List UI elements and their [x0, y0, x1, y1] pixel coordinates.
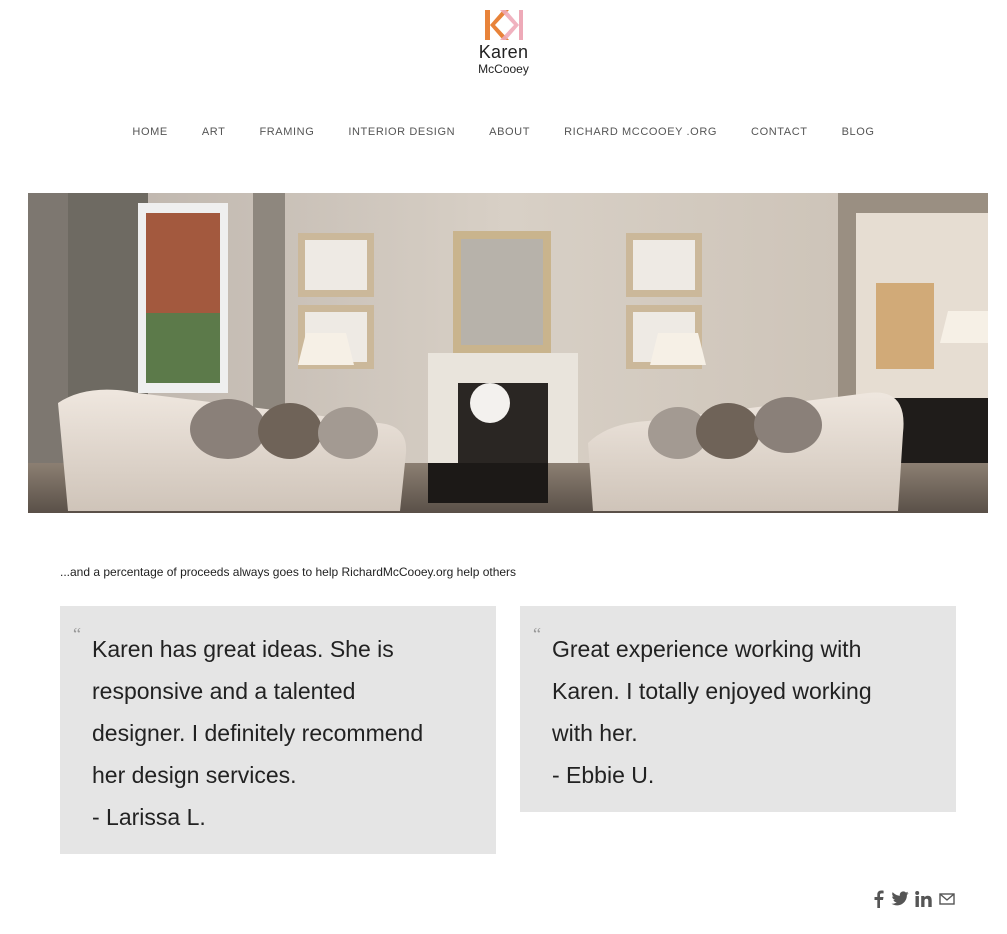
quote-mark-icon: “: [73, 624, 81, 644]
logo-name: Karen: [478, 42, 529, 62]
testimonial-text: Great experience working with Karen. I t…: [552, 636, 872, 788]
quote-mark-icon: “: [533, 624, 541, 644]
main-nav: HOME ART FRAMING INTERIOR DESIGN ABOUT R…: [0, 124, 1007, 140]
linkedin-icon[interactable]: [915, 891, 933, 912]
logo-subname: McCooey: [478, 62, 529, 76]
nav-contact[interactable]: CONTACT: [734, 124, 825, 140]
km-monogram-icon: [484, 10, 523, 40]
hero-image: [28, 193, 988, 513]
twitter-icon[interactable]: [891, 891, 909, 912]
testimonial-text: Karen has great ideas. She is responsive…: [92, 636, 424, 830]
nav-art[interactable]: ART: [185, 124, 243, 140]
nav-framing[interactable]: FRAMING: [242, 124, 331, 140]
nav-home[interactable]: HOME: [115, 124, 184, 140]
nav-blog[interactable]: BLOG: [825, 124, 892, 140]
nav-richard-mccooey-org[interactable]: RICHARD MCCOOEY .ORG: [547, 124, 734, 140]
nav-interior-design[interactable]: INTERIOR DESIGN: [331, 124, 472, 140]
testimonial-card: “ Karen has great ideas. She is responsi…: [60, 606, 496, 854]
social-links: [873, 890, 955, 913]
nav-about[interactable]: ABOUT: [472, 124, 547, 140]
facebook-icon[interactable]: [873, 890, 885, 913]
testimonial-card: “ Great experience working with Karen. I…: [520, 606, 956, 812]
site-logo[interactable]: Karen McCooey: [0, 8, 1007, 76]
tagline: ...and a percentage of proceeds always g…: [60, 565, 517, 579]
mail-icon[interactable]: [939, 892, 955, 911]
